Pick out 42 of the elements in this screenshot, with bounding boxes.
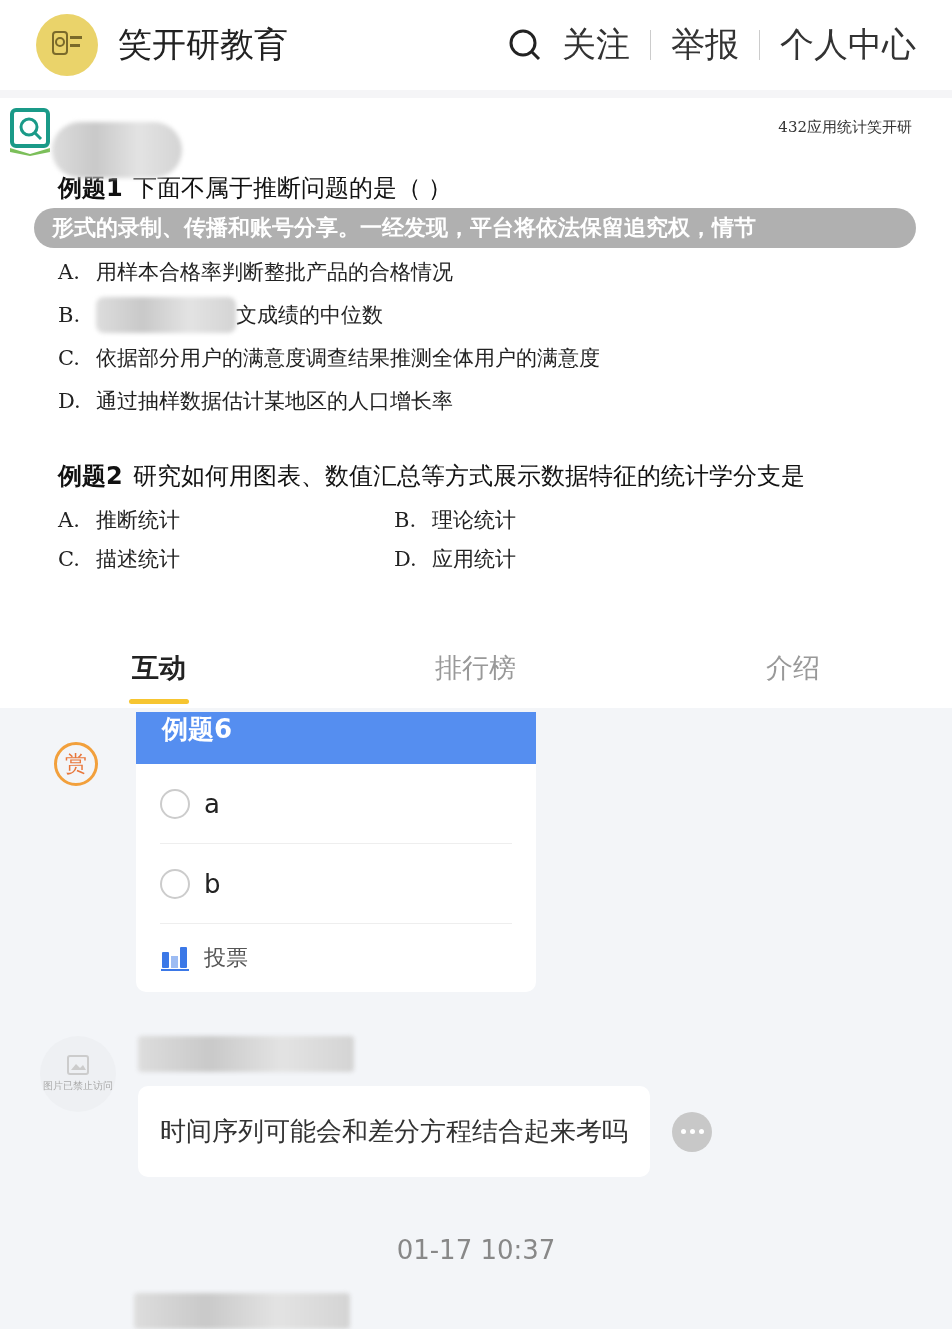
option-text: 文成绩的中位数 [236,301,383,329]
header-link[interactable]: 关注 [562,22,630,69]
tab[interactable]: 互动 [131,649,186,686]
option-text: 推断统计 [96,506,180,534]
poll-option: b [204,868,221,899]
option-letter: B. [58,302,78,327]
question-text: 研究如何用图表、数值汇总等方式展示数据特征的统计学分支是 [132,461,805,493]
option-text: 理论统计 [432,506,516,534]
option-letter: D. [394,546,414,571]
question-label: 例题1 [58,173,123,205]
timestamp: 01-17 10:37 [395,1235,557,1265]
option-letter: A. [58,507,78,532]
option-text: 描述统计 [96,545,180,573]
radio-button[interactable] [160,788,190,819]
vote-label[interactable]: 投票 [204,943,248,973]
option-letter: D. [58,388,78,413]
option-letter: C. [58,546,78,571]
bar-chart-icon [160,944,190,972]
brand-name: 笑开研教育 [118,23,289,67]
option-text: 应用统计 [432,545,516,573]
header-link[interactable]: 举报 [671,22,739,69]
more-button[interactable] [672,1111,712,1152]
poll-option: a [204,788,220,819]
search-icon[interactable] [508,28,542,63]
option-letter: C. [58,345,78,370]
logo-icon [36,14,98,77]
header-link[interactable]: 个人中心 [780,22,916,69]
image-icon [67,1055,89,1075]
option-text: 依据部分用户的满意度调查结果推测全体用户的满意度 [96,344,600,372]
question-label: 例题2 [58,461,123,493]
magnifier-book-icon [8,108,52,157]
radio-button[interactable] [160,868,190,899]
avatar-note: 图片已禁止访问 [43,1079,113,1093]
question-text: 下面不属于推断问题的是（ ） [132,173,453,205]
option-letter: A. [58,259,78,284]
option-text: 用样本合格率判断整批产品的合格情况 [96,258,453,286]
option-letter: B. [394,507,414,532]
poll-title: 例题6 [136,712,536,764]
course-name: 432应用统计笑开研 [778,118,912,138]
notice-banner: 形式的录制、传播和账号分享。一经发现，平台将依法保留追究权，情节 [34,208,916,249]
option-text: 通过抽样数据估计某地区的人口增长率 [96,387,453,415]
message-bubble: 时间序列可能会和差分方程结合起来考吗 [138,1086,650,1177]
